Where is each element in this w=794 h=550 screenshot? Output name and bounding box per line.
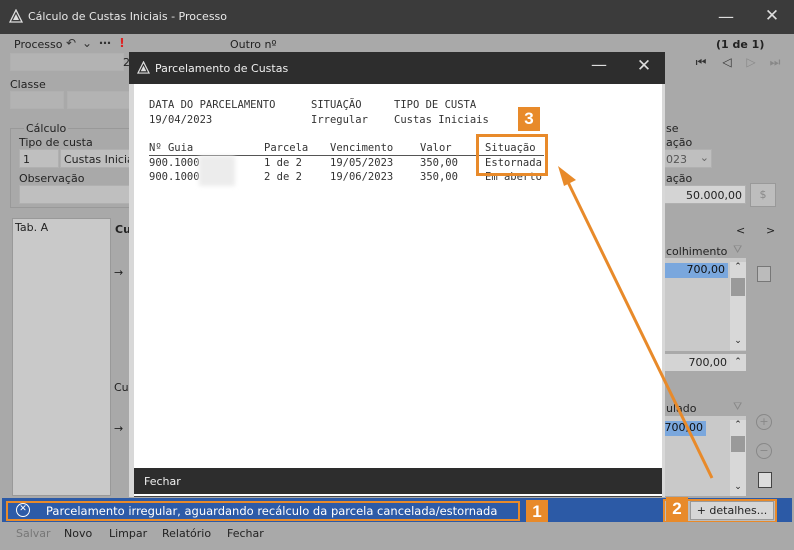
calculator-icon[interactable]	[757, 266, 771, 282]
app-logo-icon	[137, 61, 150, 74]
scroll-thumb[interactable]	[731, 278, 745, 296]
novo-button[interactable]: Novo	[64, 527, 92, 540]
dialog-minimize-button[interactable]: —	[589, 55, 609, 75]
tipo-custa-label: Tipo de custa	[19, 136, 93, 149]
tipo-custa-field[interactable]: Custas Iniciais	[60, 149, 143, 168]
section-cu-2: Cu	[114, 381, 129, 394]
app-logo-icon	[9, 9, 23, 23]
col-parcela: Parcela	[264, 142, 309, 154]
close-window-button[interactable]: ✕	[762, 6, 782, 26]
chevron-down-icon[interactable]: ⌄	[80, 36, 94, 50]
relatorio-button[interactable]: Relatório	[162, 527, 211, 540]
window-titlebar: Cálculo de Custas Iniciais - Processo — …	[0, 0, 794, 34]
dialog-titlebar: Parcelamento de Custas — ✕	[129, 52, 665, 84]
alert-icon: !	[119, 36, 125, 50]
salvar-button[interactable]: Salvar	[16, 527, 51, 540]
col-vencimento: Vencimento	[330, 142, 394, 154]
classe-code-field[interactable]	[10, 91, 64, 109]
status-message: Parcelamento irregular, aguardando recál…	[46, 504, 498, 518]
window-title: Cálculo de Custas Iniciais - Processo	[28, 10, 228, 23]
row-pointer-icon-2: →	[114, 422, 124, 435]
dialog-fechar-button[interactable]: Fechar	[144, 475, 181, 488]
report-settings-icon[interactable]	[758, 472, 772, 488]
total-scroll-icon[interactable]: ⌃	[730, 354, 746, 371]
grid-2-scrollbar[interactable]: ⌃ ⌄	[730, 420, 746, 496]
undo-icon[interactable]: ↶	[64, 36, 78, 50]
filter-icon-2[interactable]: ⛛	[733, 400, 742, 414]
add-icon[interactable]: +	[756, 414, 772, 430]
last-record-icon[interactable]: ⏭	[768, 55, 782, 69]
tipo-custa-dlg-value: Custas Iniciais	[394, 114, 489, 126]
scroll-down-icon[interactable]: ⌄	[731, 482, 745, 496]
record-pager: (1 de 1)	[716, 38, 765, 51]
col-valor: Valor	[420, 142, 452, 154]
row-pointer-icon: →	[114, 266, 124, 279]
situacao-value: Irregular	[311, 114, 368, 126]
recalc-money-icon[interactable]: $	[750, 183, 776, 207]
scroll-thumb[interactable]	[731, 436, 745, 452]
prev-record-icon[interactable]: ◁	[720, 55, 734, 69]
tipo-custa-dlg-label: TIPO DE CUSTA	[394, 99, 477, 111]
more-options-icon[interactable]: ⋯	[98, 36, 112, 50]
prev-page-button[interactable]: <	[736, 224, 745, 237]
dialog-title: Parcelamento de Custas	[155, 62, 289, 75]
tab-list	[12, 218, 111, 496]
outro-numero-label: Outro nº	[230, 38, 277, 51]
error-circle-icon: ✕	[16, 503, 30, 517]
next-page-button[interactable]: >	[766, 224, 775, 237]
calculo-group-title: Cálculo	[24, 122, 69, 135]
col-guia: Nº Guia	[149, 142, 194, 154]
classe-name-field[interactable]	[67, 91, 131, 109]
data-parcelamento-label: DATA DO PARCELAMENTO	[149, 99, 276, 111]
first-record-icon[interactable]: ⏮	[694, 55, 708, 69]
scroll-up-icon[interactable]: ⌃	[731, 420, 745, 434]
remove-icon[interactable]: −	[756, 443, 772, 459]
scroll-up-icon[interactable]: ⌃	[731, 262, 745, 276]
filter-icon[interactable]: ⛛	[733, 243, 742, 257]
bottom-toolbar: Salvar Novo Limpar Relatório Fechar	[0, 522, 794, 544]
observacao-label: Observação	[19, 172, 85, 185]
dialog-close-button[interactable]: ✕	[633, 56, 655, 78]
right-label-1: ação	[666, 136, 693, 149]
annotation-badge-2: 2	[666, 497, 688, 521]
grid-1-scrollbar[interactable]: ⌃ ⌄	[730, 262, 746, 350]
observacao-field[interactable]	[19, 185, 130, 204]
processo-field[interactable]	[10, 53, 124, 71]
situacao-label: SITUAÇÃO	[311, 99, 362, 111]
next-record-icon[interactable]: ▷	[744, 55, 758, 69]
detalhes-button[interactable]: + detalhes...	[690, 501, 774, 520]
fechar-button[interactable]: Fechar	[227, 527, 264, 540]
redacted-guia	[199, 156, 235, 186]
tipo-custa-code-field[interactable]: 1	[19, 149, 59, 168]
processo-label: Processo	[14, 38, 63, 51]
classe-label: Classe	[10, 78, 46, 91]
tab-a[interactable]: Tab. A	[15, 221, 48, 234]
situacao-highlight	[476, 134, 548, 176]
annotation-badge-1: 1	[526, 500, 548, 524]
right-group-title: se	[666, 122, 679, 135]
scroll-down-icon[interactable]: ⌄	[731, 336, 745, 350]
minimize-button[interactable]: —	[716, 7, 736, 27]
annotation-arrow	[558, 166, 714, 479]
limpar-button[interactable]: Limpar	[109, 527, 147, 540]
annotation-badge-3: 3	[518, 107, 540, 131]
data-parcelamento-value: 19/04/2023	[149, 114, 213, 126]
